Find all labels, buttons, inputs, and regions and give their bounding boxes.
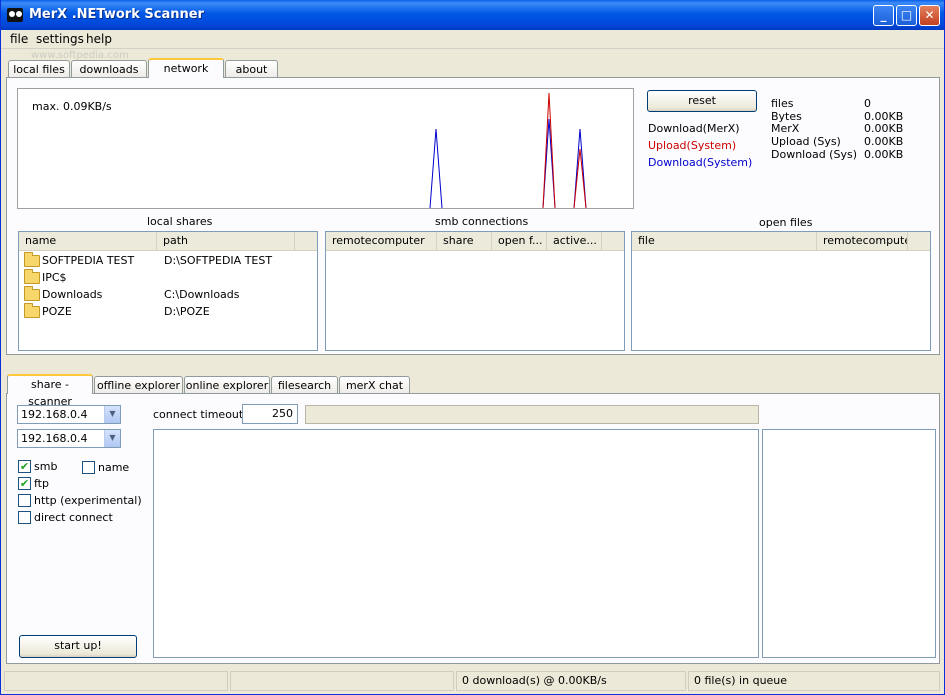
- menu-bar: file settings help: [1, 30, 944, 49]
- share-path: C:\Downloads: [164, 288, 240, 301]
- direct-connect-checkbox-label: direct connect: [34, 511, 113, 524]
- local-shares-list[interactable]: name path SOFTPEDIA TEST D:\SOFTPEDIA TE…: [18, 231, 318, 351]
- menu-help[interactable]: help: [86, 32, 112, 46]
- ftp-checkbox[interactable]: ✔: [18, 477, 31, 490]
- list-item[interactable]: IPC$: [19, 269, 317, 287]
- window-title: MerX .NETwork Scanner: [29, 7, 204, 22]
- open-files-list[interactable]: file remotecomputer: [631, 231, 931, 351]
- stat-value: 0.00KB: [864, 148, 904, 161]
- tab-about[interactable]: about: [225, 60, 278, 78]
- stat-label: Download (Sys): [771, 148, 857, 161]
- main-window: MerX .NETwork Scanner _ □ ✕ file setting…: [0, 0, 945, 695]
- minimize-button[interactable]: _: [873, 5, 894, 26]
- traffic-graph-plot: [429, 92, 587, 208]
- share-name: IPC$: [42, 271, 67, 284]
- list-item[interactable]: SOFTPEDIA TEST D:\SOFTPEDIA TEST: [19, 252, 317, 270]
- tab-downloads[interactable]: downloads: [71, 60, 147, 78]
- http-checkbox[interactable]: [18, 494, 31, 507]
- share-name: POZE: [42, 305, 72, 318]
- status-cell-empty: [4, 671, 228, 691]
- stat-label: MerX: [771, 122, 800, 135]
- app-logo-icon: [7, 8, 23, 22]
- status-bar: 0 download(s) @ 0.00KB/s 0 file(s) in qu…: [1, 668, 944, 694]
- tab-share-scanner[interactable]: share - scanner: [7, 374, 93, 408]
- list-header: name path: [19, 232, 317, 251]
- start-up-button[interactable]: start up!: [19, 635, 137, 658]
- chevron-down-icon[interactable]: ▼: [104, 430, 120, 447]
- status-queue: 0 file(s) in queue: [688, 671, 940, 691]
- column-header-remotecomputer[interactable]: remotecomputer: [326, 232, 437, 251]
- tab-local-files[interactable]: local files: [8, 60, 70, 78]
- smb-connections-list[interactable]: remotecomputer share open f... active...: [325, 231, 625, 351]
- reset-button[interactable]: reset: [647, 90, 757, 112]
- stat-value: 0.00KB: [864, 135, 904, 148]
- maximize-button[interactable]: □: [896, 5, 917, 26]
- scan-progress-bar: [305, 405, 759, 424]
- list-header: file remotecomputer: [632, 232, 930, 251]
- share-path: D:\POZE: [164, 305, 210, 318]
- tab-merx-chat[interactable]: merX chat: [339, 376, 410, 394]
- menu-settings[interactable]: settings: [36, 32, 84, 46]
- title-bar[interactable]: MerX .NETwork Scanner _ □ ✕: [1, 0, 944, 30]
- list-item[interactable]: Downloads C:\Downloads: [19, 286, 317, 304]
- name-checkbox-label: name: [98, 461, 130, 474]
- network-panel: max. 0.09KB/s reset Download(MerX) Uploa…: [6, 77, 940, 355]
- timeout-input[interactable]: 250: [242, 404, 298, 424]
- column-header-remotecomputer[interactable]: remotecomputer: [817, 232, 908, 251]
- share-name: SOFTPEDIA TEST: [42, 254, 135, 267]
- stat-value: 0.00KB: [864, 122, 904, 135]
- download-system-spike-3: [573, 128, 587, 208]
- open-files-title: open files: [759, 216, 813, 229]
- column-header-file[interactable]: file: [632, 232, 817, 251]
- local-shares-title: local shares: [147, 215, 213, 228]
- tab-network[interactable]: network: [148, 58, 224, 78]
- folder-icon: [24, 303, 40, 318]
- legend-download-merx: Download(MerX): [648, 122, 740, 135]
- list-header: remotecomputer share open f... active...: [326, 232, 624, 251]
- scanner-panel: 192.168.0.4 ▼ 192.168.0.4 ▼ ✔ smb name ✔…: [6, 393, 940, 664]
- download-system-spike-1: [429, 128, 443, 208]
- column-header-open-files[interactable]: open f...: [492, 232, 547, 251]
- column-header-active[interactable]: active...: [547, 232, 602, 251]
- smb-connections-title: smb connections: [435, 215, 529, 228]
- tab-online-explorer[interactable]: online explorer: [184, 376, 270, 394]
- upload-system-spike-1: [542, 92, 556, 208]
- folder-icon: [24, 252, 40, 267]
- close-button[interactable]: ✕: [919, 5, 940, 26]
- stat-value: 0: [864, 97, 871, 110]
- menu-file[interactable]: file: [10, 32, 28, 46]
- download-system-spike-2: [542, 118, 556, 208]
- folder-icon: [24, 286, 40, 301]
- chevron-down-icon[interactable]: ▼: [104, 406, 120, 423]
- smb-checkbox[interactable]: ✔: [18, 460, 31, 473]
- folder-icon: [24, 269, 40, 284]
- http-checkbox-label: http (experimental): [34, 494, 142, 507]
- share-path: D:\SOFTPEDIA TEST: [164, 254, 273, 267]
- column-header-path[interactable]: path: [157, 232, 295, 251]
- direct-connect-checkbox[interactable]: [18, 511, 31, 524]
- column-header-share[interactable]: share: [437, 232, 492, 251]
- list-item[interactable]: POZE D:\POZE: [19, 303, 317, 321]
- tab-offline-explorer[interactable]: offline explorer: [94, 376, 183, 394]
- ftp-checkbox-label: ftp: [34, 477, 49, 490]
- tab-filesearch[interactable]: filesearch: [271, 376, 338, 394]
- ip-to-select[interactable]: 192.168.0.4 ▼: [17, 429, 121, 448]
- stat-label: files: [771, 97, 794, 110]
- legend-upload-system: Upload(System): [648, 139, 737, 152]
- smb-checkbox-label: smb: [34, 460, 58, 473]
- status-cell-empty: [230, 671, 454, 691]
- name-checkbox[interactable]: [82, 461, 95, 474]
- timeout-label: connect timeout:: [153, 408, 247, 421]
- scan-details-area[interactable]: [762, 429, 936, 658]
- status-downloads: 0 download(s) @ 0.00KB/s: [456, 671, 686, 691]
- ip-to-value: 192.168.0.4: [21, 432, 88, 445]
- column-header-name[interactable]: name: [19, 232, 157, 251]
- stat-label: Upload (Sys): [771, 135, 841, 148]
- legend-download-system: Download(System): [648, 156, 753, 169]
- traffic-graph: max. 0.09KB/s: [17, 88, 634, 209]
- scan-results-area[interactable]: [153, 429, 759, 658]
- share-name: Downloads: [42, 288, 103, 301]
